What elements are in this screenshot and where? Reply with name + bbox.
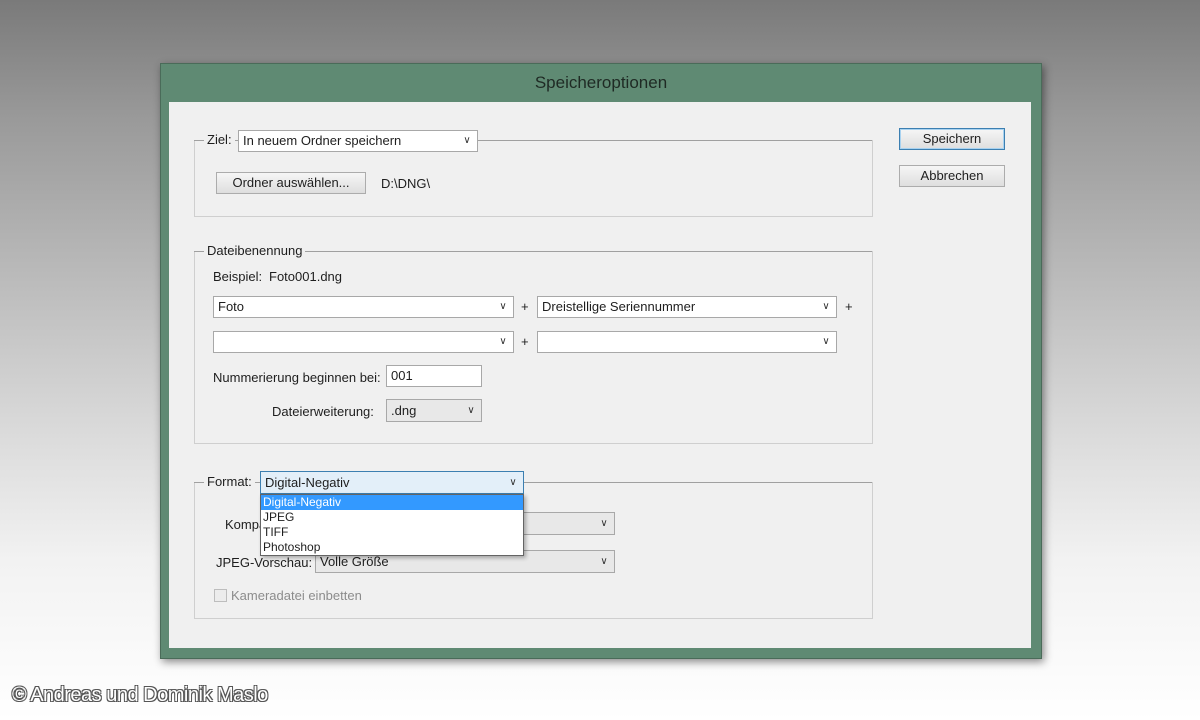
format-select[interactable]: Digital-Negativ ∨ <box>260 471 524 494</box>
plus-sign: + <box>521 299 529 314</box>
naming-field-1-value: Foto <box>218 299 245 314</box>
format-option-tiff[interactable]: TIFF <box>261 525 523 540</box>
format-option-photoshop[interactable]: Photoshop <box>261 540 523 555</box>
naming-field-4-select[interactable]: ∨ <box>537 331 837 353</box>
example-label: Beispiel: <box>213 269 263 284</box>
plus-sign: + <box>521 334 529 349</box>
chevron-down-icon: ∨ <box>822 336 830 347</box>
chevron-down-icon: ∨ <box>499 336 507 347</box>
format-option-jpeg[interactable]: JPEG <box>261 510 523 525</box>
extension-value: .dng <box>391 403 417 418</box>
naming-field-2-value: Dreistellige Seriennummer <box>542 299 696 314</box>
destination-select[interactable]: In neuem Ordner speichern ∨ <box>238 130 478 152</box>
start-number-label: Nummerierung beginnen bei: <box>213 370 381 385</box>
naming-field-3-select[interactable]: ∨ <box>213 331 514 353</box>
chevron-down-icon: ∨ <box>600 518 608 529</box>
destination-label: Ziel: <box>204 132 235 147</box>
format-select-value: Digital-Negativ <box>265 475 350 490</box>
jpeg-preview-value: Volle Größe <box>320 554 389 569</box>
example-value: Foto001.dng <box>269 269 343 284</box>
save-options-dialog: Speicheroptionen Ziel: In neuem Ordner s… <box>160 63 1042 659</box>
extension-label: Dateierweiterung: <box>272 404 374 419</box>
chevron-down-icon: ∨ <box>467 405 475 416</box>
dialog-title: Speicheroptionen <box>534 73 668 92</box>
naming-field-2-select[interactable]: Dreistellige Seriennummer ∨ <box>537 296 837 318</box>
chevron-down-icon: ∨ <box>463 135 471 146</box>
embed-raw-label: Kameradatei einbetten <box>231 588 362 603</box>
plus-sign: + <box>845 299 853 314</box>
naming-legend: Dateibenennung <box>204 243 306 258</box>
copyright-credit: © Andreas und Dominik Maslo <box>12 684 268 706</box>
format-label: Format: <box>204 474 255 489</box>
start-number-input[interactable]: 001 <box>386 365 482 387</box>
chevron-down-icon: ∨ <box>499 301 507 312</box>
save-button[interactable]: Speichern <box>899 128 1005 150</box>
format-dropdown-list: Digital-Negativ JPEG TIFF Photoshop <box>260 494 524 556</box>
dialog-client-area: Ziel: In neuem Ordner speichern ∨ Ordner… <box>169 102 1031 648</box>
chevron-down-icon: ∨ <box>822 301 830 312</box>
folder-path: D:\DNG\ <box>381 176 431 191</box>
embed-raw-checkbox[interactable] <box>214 589 227 602</box>
chevron-down-icon: ∨ <box>600 556 608 567</box>
extension-select[interactable]: .dng ∨ <box>386 399 482 422</box>
destination-select-value: In neuem Ordner speichern <box>243 133 402 148</box>
chevron-down-icon: ∨ <box>509 477 517 488</box>
choose-folder-button[interactable]: Ordner auswählen... <box>216 172 366 194</box>
cancel-button[interactable]: Abbrechen <box>899 165 1005 187</box>
naming-field-1-select[interactable]: Foto ∨ <box>213 296 514 318</box>
format-option-dng[interactable]: Digital-Negativ <box>261 495 523 510</box>
jpeg-preview-label: JPEG-Vorschau: <box>216 555 313 570</box>
